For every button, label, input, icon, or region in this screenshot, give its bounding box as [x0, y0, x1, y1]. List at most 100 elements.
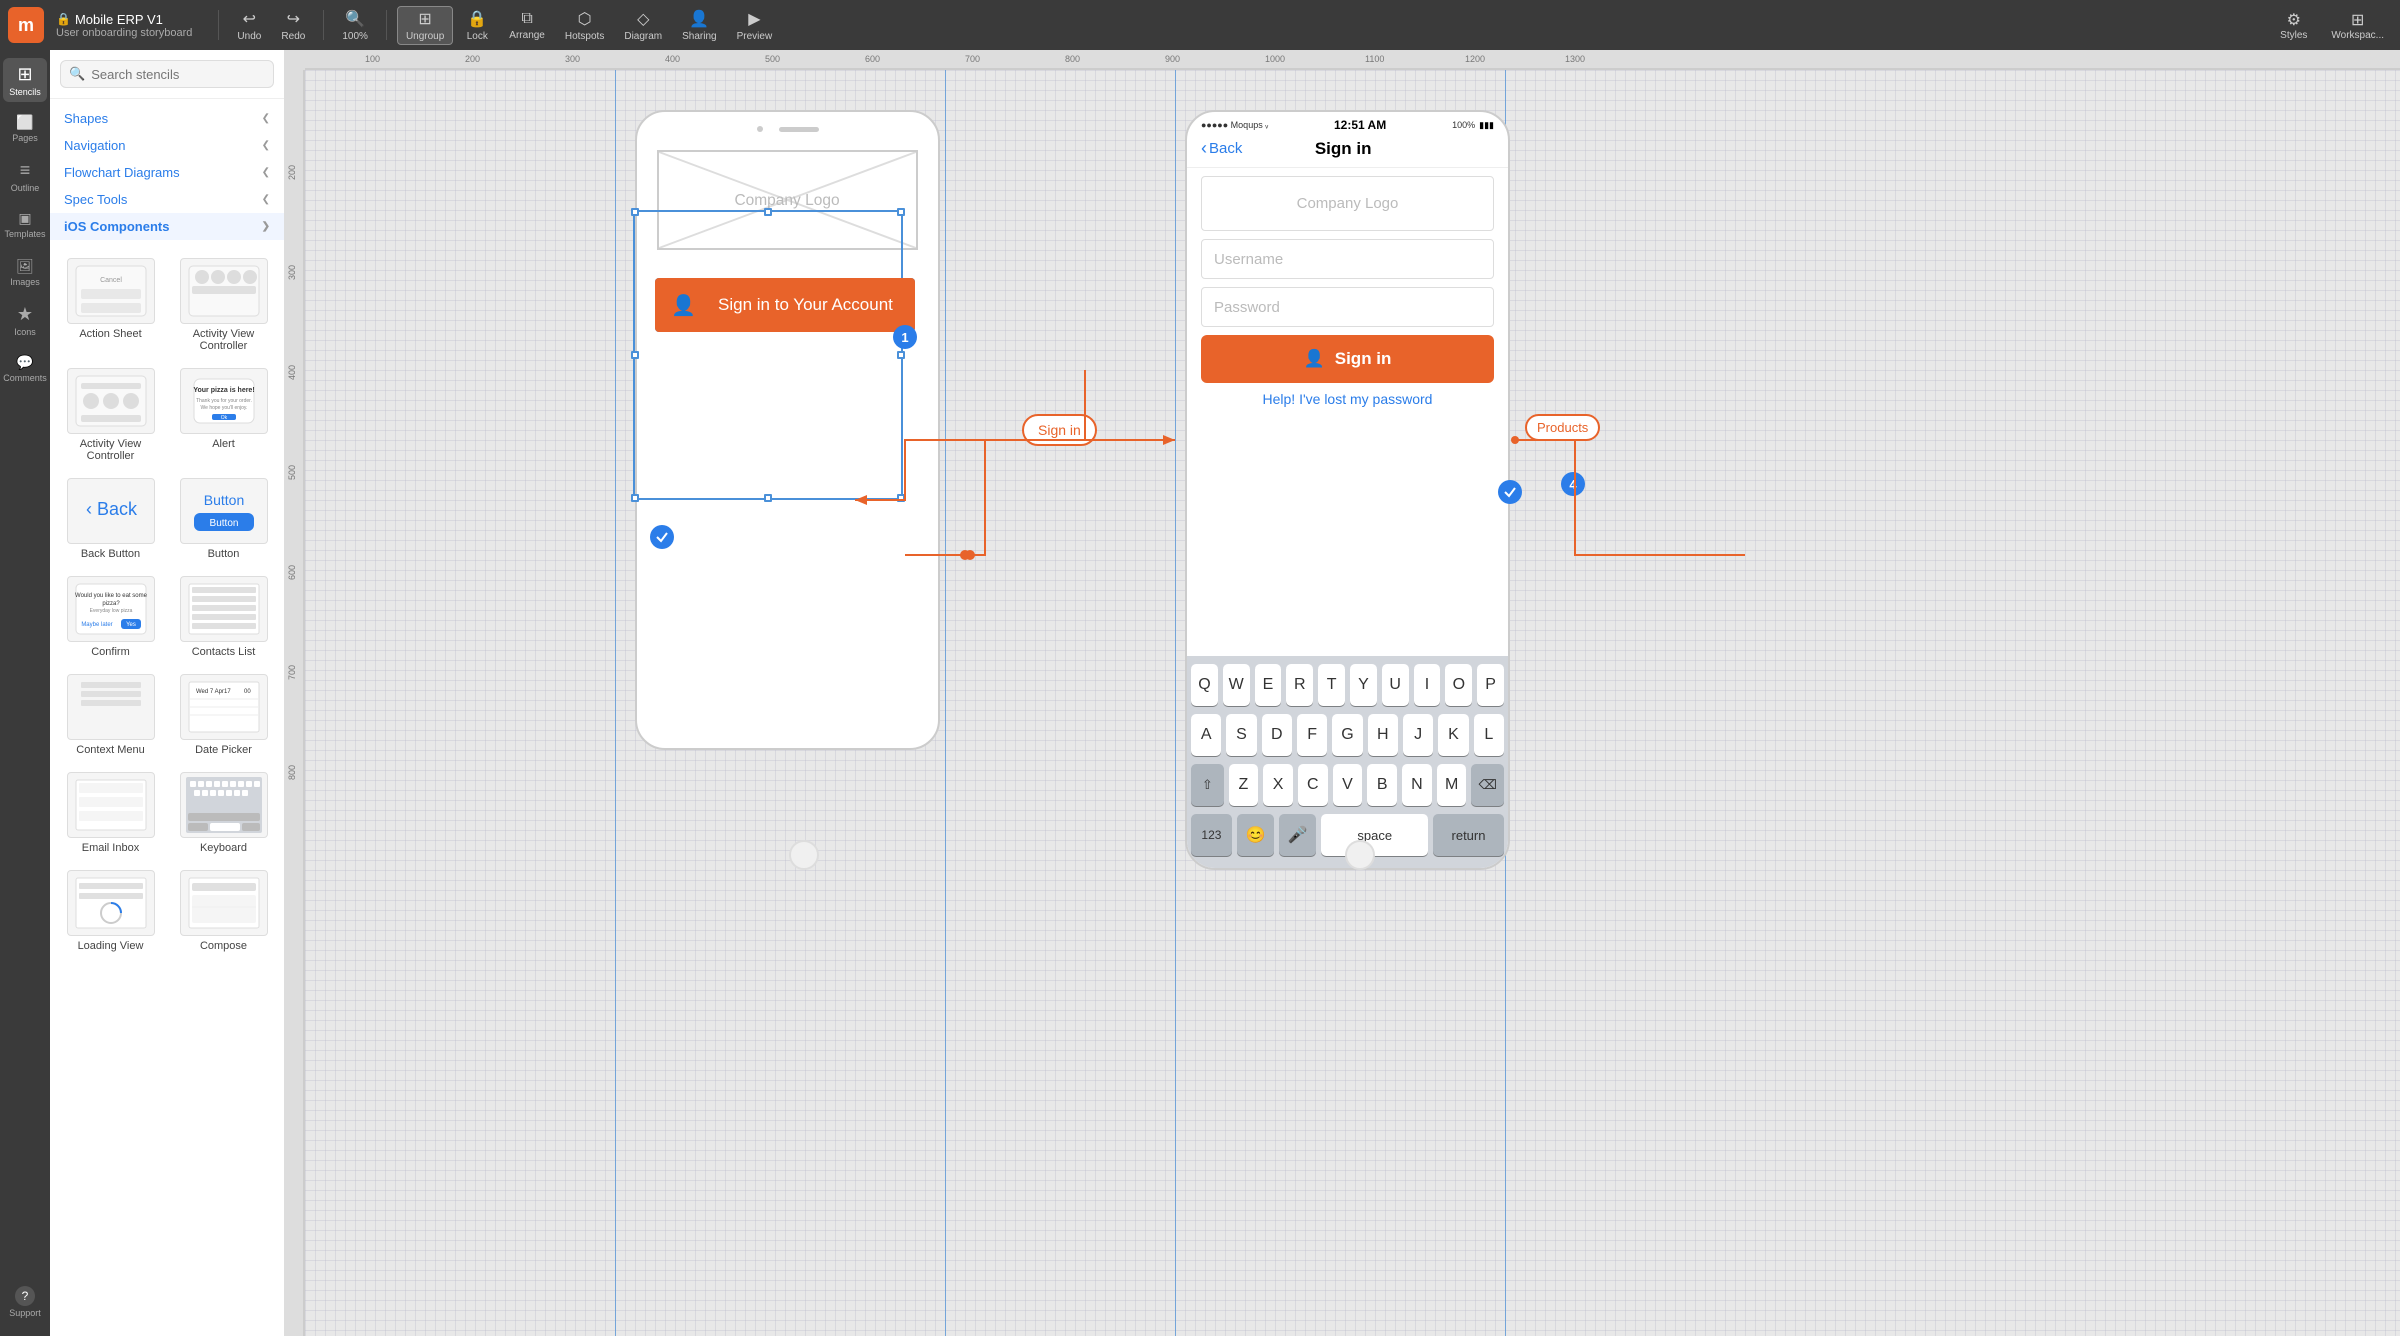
key-n[interactable]: N: [1402, 764, 1432, 806]
sidebar-item-templates[interactable]: ▣ Templates: [3, 202, 47, 246]
password-input[interactable]: Password: [1201, 287, 1494, 327]
sidebar-item-support[interactable]: ? Support: [3, 1280, 47, 1324]
canvas[interactable]: 100 200 300 400 500 600 700 800 900 1000…: [285, 50, 2400, 1336]
stencil-back-button[interactable]: ‹ Back Back Button: [58, 474, 163, 564]
key-y[interactable]: Y: [1350, 664, 1377, 706]
project-title[interactable]: Mobile ERP V1: [75, 12, 163, 27]
handle-tl[interactable]: [631, 208, 639, 216]
category-spec[interactable]: Spec Tools ❮: [50, 186, 284, 213]
handle-tc[interactable]: [764, 208, 772, 216]
sidebar-item-outline[interactable]: ≡ Outline: [3, 154, 47, 198]
handle-tr[interactable]: [897, 208, 905, 216]
key-p[interactable]: P: [1477, 664, 1504, 706]
stencil-activity-view[interactable]: Activity View Controller: [171, 254, 276, 356]
key-s[interactable]: S: [1226, 714, 1256, 756]
key-emoji[interactable]: 😊: [1237, 814, 1274, 856]
category-shapes[interactable]: Shapes ❮: [50, 105, 284, 132]
ungroup-button[interactable]: ⊞ Ungroup: [397, 6, 453, 45]
chevron-icon-nav: ❮: [262, 140, 270, 151]
stencil-email-inbox[interactable]: Email Inbox: [58, 768, 163, 858]
key-d[interactable]: D: [1262, 714, 1292, 756]
key-b[interactable]: B: [1367, 764, 1397, 806]
key-return[interactable]: return: [1433, 814, 1504, 856]
sidebar-item-images[interactable]: 🖼 Images: [3, 250, 47, 294]
stencil-confirm[interactable]: Would you like to eat some pizza? Everyd…: [58, 572, 163, 662]
sharing-button[interactable]: 👤 Sharing: [674, 7, 724, 44]
category-ios[interactable]: iOS Components ❯: [50, 213, 284, 240]
handle-br[interactable]: [897, 494, 905, 502]
key-m[interactable]: M: [1437, 764, 1467, 806]
outline-icon: ≡: [20, 160, 31, 181]
key-u[interactable]: U: [1382, 664, 1409, 706]
key-w[interactable]: W: [1223, 664, 1250, 706]
diagram-button[interactable]: ◇ Diagram: [616, 7, 670, 44]
stencil-context-menu[interactable]: Context Menu: [58, 670, 163, 760]
stencil-keyboard[interactable]: Keyboard: [171, 768, 276, 858]
sidebar-item-comments[interactable]: 💬 Comments: [3, 346, 47, 390]
username-input[interactable]: Username: [1201, 239, 1494, 279]
key-q[interactable]: Q: [1191, 664, 1218, 706]
key-x[interactable]: X: [1263, 764, 1293, 806]
stencil-loading[interactable]: Loading View: [58, 866, 163, 956]
stencil-grid: Cancel Action Sheet Activity View Contro…: [50, 246, 284, 964]
key-f[interactable]: F: [1297, 714, 1327, 756]
key-e[interactable]: E: [1255, 664, 1282, 706]
key-c[interactable]: C: [1298, 764, 1328, 806]
arrange-button[interactable]: ⧉ Arrange: [501, 8, 553, 43]
key-shift[interactable]: ⇧: [1191, 764, 1224, 806]
key-h[interactable]: H: [1368, 714, 1398, 756]
svg-text:1200: 1200: [1465, 54, 1485, 64]
key-t[interactable]: T: [1318, 664, 1345, 706]
key-k[interactable]: K: [1438, 714, 1468, 756]
stencil-activity-view-2[interactable]: Activity View Controller: [58, 364, 163, 466]
key-delete[interactable]: ⌫: [1471, 764, 1504, 806]
key-v[interactable]: V: [1333, 764, 1363, 806]
stencil-thumb-button: Button Button: [180, 478, 268, 544]
styles-button[interactable]: ⚙ Styles: [2272, 8, 2315, 43]
canvas-content[interactable]: Company Logo f Log in: [305, 70, 2400, 1336]
handle-bl[interactable]: [631, 494, 639, 502]
zoom-control[interactable]: 🔍 100%: [334, 7, 376, 44]
key-a[interactable]: A: [1191, 714, 1221, 756]
hotspots-button[interactable]: ⬡ Hotspots: [557, 7, 612, 44]
stencil-alert[interactable]: Your pizza is here! Thank you for your o…: [171, 364, 276, 466]
stencil-compose[interactable]: Compose: [171, 866, 276, 956]
stencil-date-picker[interactable]: Wed 7 Apr 17 00 Date Picker: [171, 670, 276, 760]
handle-mr[interactable]: [897, 351, 905, 359]
stencil-button[interactable]: Button Button Button: [171, 474, 276, 564]
key-j[interactable]: J: [1403, 714, 1433, 756]
key-i[interactable]: I: [1414, 664, 1441, 706]
handle-bc[interactable]: [764, 494, 772, 502]
redo-button[interactable]: ↪ Redo: [273, 7, 313, 44]
help-link[interactable]: Help! I've lost my password: [1187, 391, 1508, 407]
search-input[interactable]: [91, 67, 265, 82]
stencil-contacts[interactable]: Contacts List: [171, 572, 276, 662]
preview-button[interactable]: ▶ Preview: [729, 7, 781, 44]
category-navigation[interactable]: Navigation ❮: [50, 132, 284, 159]
sidebar-item-icons[interactable]: ★ Icons: [3, 298, 47, 342]
key-space[interactable]: space: [1321, 814, 1428, 856]
stencil-thumb-email: [67, 772, 155, 838]
key-z[interactable]: Z: [1229, 764, 1259, 806]
lock-button[interactable]: 🔒 Lock: [457, 7, 497, 44]
key-numbers[interactable]: 123: [1191, 814, 1232, 856]
key-l[interactable]: L: [1474, 714, 1504, 756]
account-btn[interactable]: 👤 Sign in to Your Account: [655, 278, 915, 332]
key-r[interactable]: R: [1286, 664, 1313, 706]
nav-back[interactable]: ‹ Back: [1201, 138, 1242, 159]
svg-text:pizza?: pizza?: [102, 601, 120, 607]
app-logo[interactable]: m: [8, 7, 44, 43]
key-o[interactable]: O: [1445, 664, 1472, 706]
category-flowchart[interactable]: Flowchart Diagrams ❮: [50, 159, 284, 186]
undo-button[interactable]: ↩ Undo: [229, 7, 269, 44]
key-mic[interactable]: 🎤: [1279, 814, 1316, 856]
stencil-action-sheet[interactable]: Cancel Action Sheet: [58, 254, 163, 356]
stencil-label-back: Back Button: [81, 548, 140, 560]
workspace-button[interactable]: ⊞ Workspac...: [2323, 8, 2392, 43]
sign-in-button[interactable]: 👤 Sign in: [1201, 335, 1494, 383]
sidebar-item-pages[interactable]: ⬜ Pages: [3, 106, 47, 150]
key-g[interactable]: G: [1332, 714, 1362, 756]
sidebar-item-stencils[interactable]: ⊞ Stencils: [3, 58, 47, 102]
search-box[interactable]: 🔍: [60, 60, 274, 88]
handle-ml[interactable]: [631, 351, 639, 359]
